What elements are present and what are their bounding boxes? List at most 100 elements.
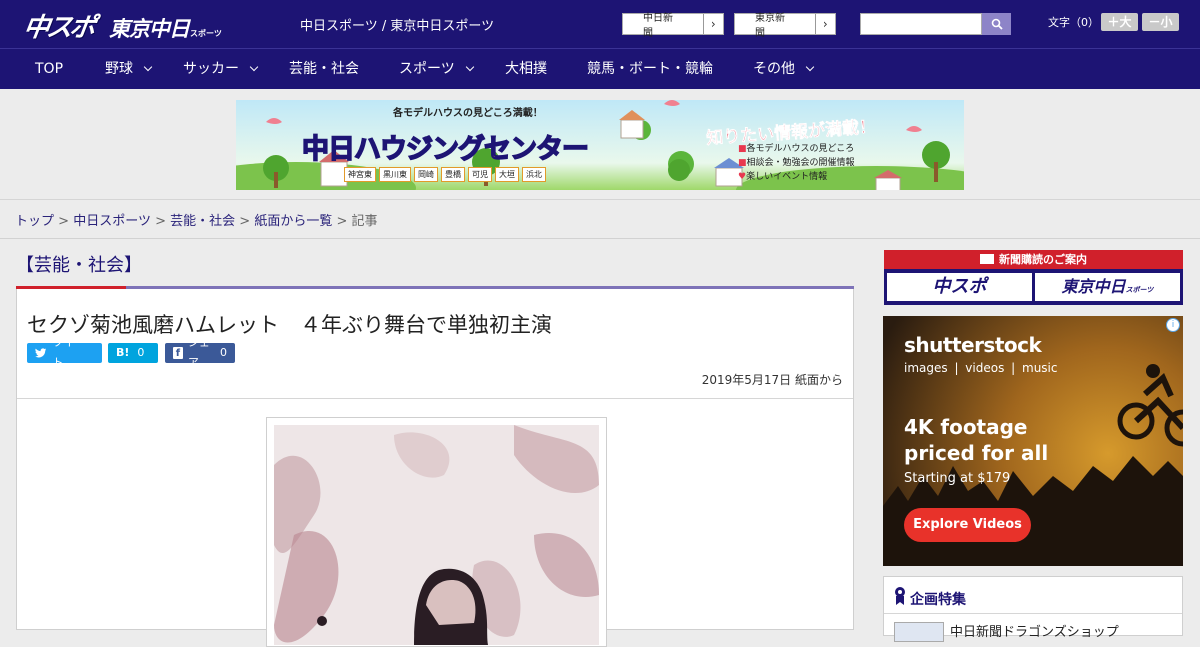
ad-subline: images | videos | music [904, 361, 1058, 375]
nav-sports[interactable]: スポーツ [399, 49, 474, 89]
banner-top-text: 各モデルハウスの見どころ満載！ [393, 108, 543, 119]
nav-label: TOP [35, 61, 64, 77]
hatena-icon: B! [116, 346, 130, 359]
subscription-box[interactable]: 新聞購読のご案内 中スポ 東京中日スポーツ [884, 250, 1183, 305]
site-logo[interactable]: 中スポ 東京中日 スポーツ [22, 7, 222, 43]
chevron-right-icon: › [710, 17, 716, 31]
location-tag: 浜北 [522, 167, 546, 182]
search-button[interactable] [982, 13, 1011, 35]
nav-label: その他 [753, 61, 795, 77]
ad-price: Starting at $179 [904, 471, 1011, 486]
breadcrumb-separator: > [155, 214, 166, 229]
feature-thumbnail[interactable] [894, 622, 944, 642]
feature-item-dragons-shop[interactable]: 中日新聞ドラゴンズショップ [950, 621, 1119, 640]
breadcrumb-separator: > [239, 214, 251, 229]
breadcrumb-entertainment[interactable]: 芸能・社会 [170, 214, 235, 229]
ad-info-icon[interactable]: i [1166, 318, 1180, 332]
tweet-label: ツイート [52, 336, 86, 369]
subscribe-chuspo-logo[interactable]: 中スポ [887, 273, 1032, 301]
chunichi-shimbun-link[interactable]: 中日新聞 › [622, 13, 724, 39]
nav-soccer[interactable]: サッカー [183, 49, 259, 89]
shutterstock-ad[interactable]: shutterstock images | videos | music 4K … [883, 316, 1183, 566]
photo-artwork [274, 425, 599, 645]
font-size-label: 文字（0） [1048, 16, 1099, 29]
hatena-count: 0 [137, 346, 145, 359]
explore-videos-button[interactable]: Explore Videos [904, 508, 1031, 542]
location-tag: 大垣 [495, 167, 519, 182]
search-input[interactable] [860, 13, 982, 35]
twitter-icon [35, 348, 47, 358]
facebook-share-button[interactable]: f シェア 0 [165, 336, 235, 369]
nav-label: 芸能・社会 [289, 61, 359, 77]
chevron-down-icon [805, 62, 815, 72]
chevron-down-icon [143, 62, 153, 72]
logo-sports-small: スポーツ [190, 29, 222, 38]
search-icon [991, 18, 1003, 30]
breadcrumb-divider [0, 238, 1200, 239]
chunichi-shimbun-label: 中日新聞 [623, 13, 704, 39]
breadcrumb-chunichi-sports[interactable]: 中日スポーツ [73, 214, 151, 229]
ad-headline: 4K footage priced for all [904, 415, 1049, 465]
ad-bar: 各モデルハウスの見どころ満載！ 中日ハウジングセンター 神宮東 黒川東 岡崎 豊… [0, 89, 1200, 200]
breadcrumb-separator: > [336, 214, 348, 229]
banner-right-item: ■各モデルハウスの見どころ [738, 144, 855, 154]
facebook-share-count: 0 [220, 346, 227, 359]
feature-divider [884, 613, 1182, 614]
article-photo-frame [266, 417, 607, 647]
nav-racing[interactable]: 競馬・ボート・競輪 [587, 49, 713, 89]
nav-label: 競馬・ボート・競輪 [587, 61, 713, 77]
logo-chuspo: 中スポ [21, 13, 95, 43]
banner-main-text: 中日ハウジングセンター [301, 133, 590, 166]
article-photo[interactable] [274, 425, 599, 645]
chevron-down-icon [465, 62, 474, 72]
font-smaller-button[interactable]: －小 [1142, 13, 1179, 31]
nav-label: サッカー [183, 61, 239, 77]
housing-center-banner[interactable]: 各モデルハウスの見どころ満載！ 中日ハウジングセンター 神宮東 黒川東 岡崎 豊… [236, 100, 964, 190]
newspaper-icon [980, 254, 994, 264]
subscribe-tokyo-chunichi-logo[interactable]: 東京中日スポーツ [1035, 273, 1180, 301]
ribbon-icon [895, 587, 905, 605]
nav-label: 野球 [105, 61, 133, 77]
article-date: 2019年5月17日 紙面から [701, 373, 843, 387]
font-larger-button[interactable]: ＋大 [1101, 13, 1138, 31]
banner-right-list: ■各モデルハウスの見どころ ■相談会・勉強会の開催情報 ♥楽しいイベント情報 [738, 142, 855, 184]
subscription-title: 新聞購読のご案内 [884, 250, 1183, 269]
tokyo-shimbun-label: 東京新聞 [735, 13, 816, 39]
feature-title: 企画特集 [910, 592, 966, 608]
ad-brand: shutterstock [904, 333, 1042, 357]
nav-label: 大相撲 [505, 61, 547, 77]
breadcrumb-current: 記事 [351, 214, 378, 229]
breadcrumb-paper-list[interactable]: 紙面から一覧 [254, 214, 332, 229]
site-title[interactable]: 中日スポーツ / 東京中日スポーツ [300, 15, 494, 34]
article-divider [17, 398, 853, 399]
tokyo-shimbun-link[interactable]: 東京新聞 › [734, 13, 836, 39]
feature-box: 企画特集 中日新聞ドラゴンズショップ [883, 576, 1183, 642]
chevron-down-icon [249, 62, 259, 72]
location-tag: 可児 [468, 167, 492, 182]
chevron-right-icon: › [822, 17, 828, 31]
banner-right-item: ♥楽しいイベント情報 [738, 172, 828, 182]
tweet-button[interactable]: ツイート [27, 336, 102, 369]
banner-right-item: ■相談会・勉強会の開催情報 [738, 158, 855, 168]
location-tag: 岡崎 [414, 167, 438, 182]
breadcrumb-separator: > [58, 214, 70, 229]
facebook-icon: f [173, 347, 183, 359]
hatena-bookmark-button[interactable]: B! 0 [108, 343, 158, 363]
nav-top[interactable]: TOP [35, 49, 63, 89]
facebook-share-label: シェア [187, 336, 210, 369]
breadcrumb: トップ > 中日スポーツ > 芸能・社会 > 紙面から一覧 > 記事 [15, 210, 378, 229]
nav-sumo[interactable]: 大相撲 [505, 49, 547, 89]
location-tag: 豊橋 [441, 167, 465, 182]
logo-tokyo-chunichi: 東京中日 [109, 17, 190, 41]
top-bar: 中スポ 東京中日 スポーツ 中日スポーツ / 東京中日スポーツ 中日新聞 › 東… [0, 0, 1200, 48]
nav-entertainment[interactable]: 芸能・社会 [289, 49, 359, 89]
breadcrumb-top[interactable]: トップ [15, 214, 54, 229]
article-headline: セクゾ菊池風磨ハムレット ４年ぶり舞台で単独初主演 [27, 313, 552, 337]
nav-other[interactable]: その他 [753, 49, 815, 89]
location-tag: 黒川東 [379, 167, 411, 182]
article-category: 【芸能・社会】 [16, 255, 142, 276]
main-nav: TOP 野球 サッカー 芸能・社会 スポーツ 大相撲 競馬・ボート・競輪 その他 [0, 48, 1200, 89]
location-tag: 神宮東 [344, 167, 376, 182]
nav-baseball[interactable]: 野球 [105, 49, 153, 89]
banner-locations: 神宮東 黒川東 岡崎 豊橋 可児 大垣 浜北 [344, 167, 546, 182]
